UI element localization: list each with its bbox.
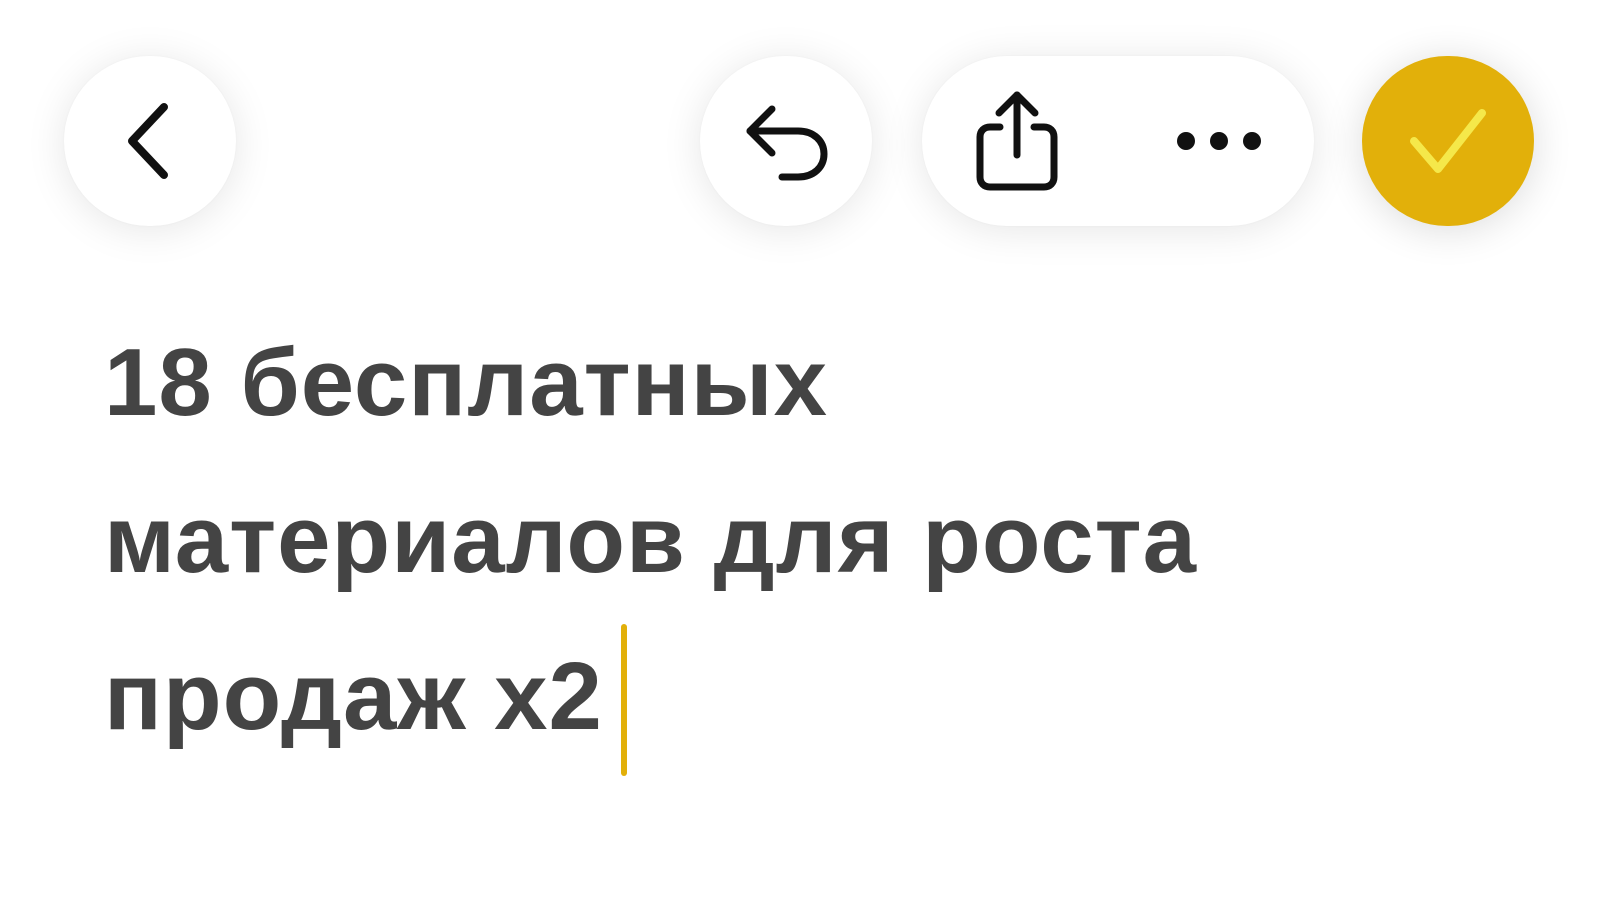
share-icon[interactable] <box>962 86 1072 196</box>
done-button[interactable] <box>1362 56 1534 226</box>
text-cursor <box>620 623 627 776</box>
actions-group <box>922 56 1314 226</box>
undo-icon <box>731 86 841 196</box>
title-line-1: 18 бесплатных <box>104 329 828 436</box>
chevron-left-icon <box>95 86 205 196</box>
ellipsis-icon[interactable] <box>1164 86 1274 196</box>
title-line-3-text: продаж х2 <box>104 643 603 750</box>
top-toolbar <box>0 0 1600 260</box>
undo-button[interactable] <box>700 56 872 226</box>
title-line-2: материалов для роста <box>104 486 1198 593</box>
checkmark-icon <box>1393 86 1503 196</box>
note-title[interactable]: 18 бесплатных материалов для роста прода… <box>104 304 1504 780</box>
back-button[interactable] <box>64 56 236 226</box>
title-line-3: продаж х2 <box>104 618 1504 780</box>
